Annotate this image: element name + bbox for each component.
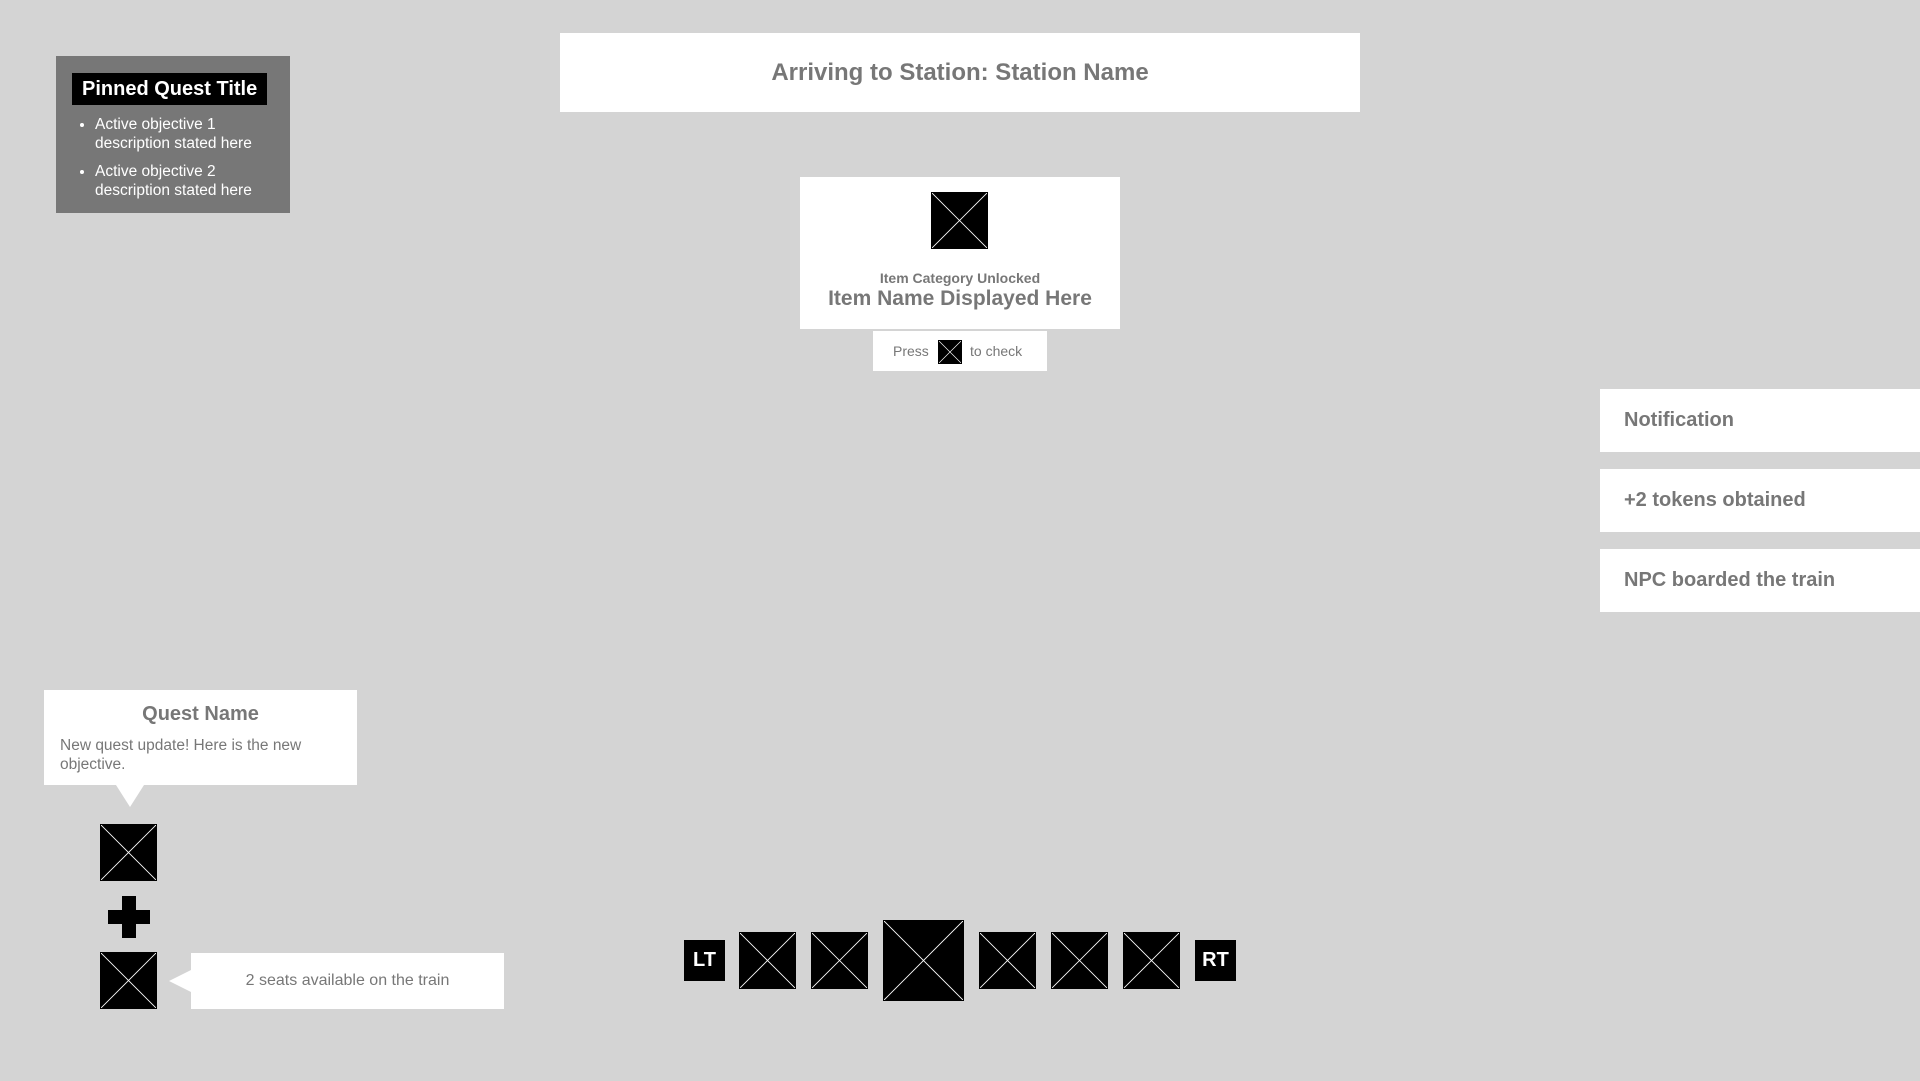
hotbar-slot-icon[interactable] bbox=[739, 932, 796, 989]
plus-icon bbox=[122, 896, 136, 938]
hotbar-slot-icon[interactable] bbox=[1123, 932, 1180, 989]
speech-bubble-tail bbox=[116, 785, 144, 807]
notification-item: +2 tokens obtained bbox=[1600, 469, 1920, 532]
hotbar-selected-slot-icon[interactable] bbox=[883, 920, 964, 1001]
station-arrival-banner: Arriving to Station: Station Name bbox=[560, 33, 1360, 112]
objective-item: Active objective 1 description stated he… bbox=[95, 115, 274, 153]
quest-update-popup: Quest Name New quest update! Here is the… bbox=[44, 690, 357, 785]
notification-item: NPC boarded the train bbox=[1600, 549, 1920, 612]
pinned-quest-objectives: Active objective 1 description stated he… bbox=[72, 115, 274, 200]
item-image-placeholder-icon bbox=[931, 192, 988, 249]
item-unlock-card: Item Category Unlocked Item Name Display… bbox=[800, 177, 1120, 329]
check-label: to check bbox=[970, 343, 1023, 359]
quest-update-text: New quest update! Here is the new object… bbox=[60, 737, 302, 773]
button-prompt-icon bbox=[938, 340, 962, 364]
speech-bubble-tail bbox=[169, 970, 191, 992]
item-name: Item Name Displayed Here bbox=[828, 287, 1092, 310]
pinned-quest-panel: Pinned Quest Title Active objective 1 de… bbox=[56, 56, 290, 213]
right-trigger-button[interactable]: RT bbox=[1195, 940, 1236, 981]
seats-available-message: 2 seats available on the train bbox=[191, 953, 504, 1009]
quest-giver-portrait-icon bbox=[100, 824, 157, 881]
press-to-check-prompt[interactable]: Press to check bbox=[873, 331, 1047, 371]
press-label: Press bbox=[893, 343, 929, 359]
hotbar-slot-icon[interactable] bbox=[979, 932, 1036, 989]
notification-item: Notification bbox=[1600, 389, 1920, 452]
pinned-quest-title: Pinned Quest Title bbox=[72, 73, 268, 105]
passenger-portrait-icon bbox=[100, 952, 157, 1009]
objective-item: Active objective 2 description stated he… bbox=[95, 162, 274, 200]
hotbar-slot-icon[interactable] bbox=[811, 932, 868, 989]
quest-name: Quest Name bbox=[142, 703, 259, 725]
hotbar-slot-icon[interactable] bbox=[1051, 932, 1108, 989]
left-trigger-button[interactable]: LT bbox=[684, 940, 725, 981]
item-category: Item Category Unlocked bbox=[879, 270, 1041, 286]
